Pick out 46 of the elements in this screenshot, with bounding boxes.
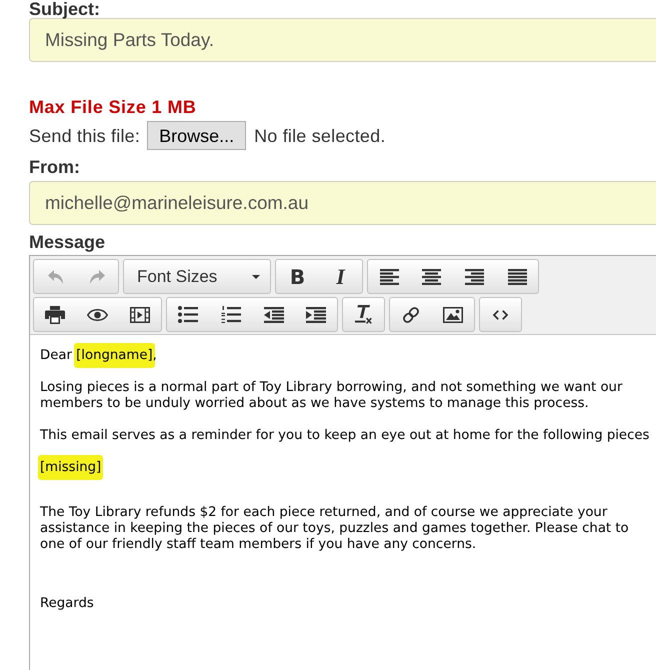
justify-button[interactable] xyxy=(496,259,539,294)
browse-button[interactable]: Browse... xyxy=(147,121,246,150)
message-paragraph: Losing pieces is a normal part of Toy Library borrowing, and not something we want our members to be unduly worried about as we have systems to manage this process. xyxy=(39,379,624,413)
justify-icon xyxy=(508,268,526,284)
message-paragraph: Dear [longname], xyxy=(37,342,656,370)
italic-button[interactable]: I xyxy=(319,259,363,294)
message-label: Message xyxy=(29,231,106,253)
align-left-button[interactable] xyxy=(367,259,410,294)
message-paragraph: [missing] xyxy=(37,454,656,482)
link-icon xyxy=(401,304,421,324)
bullet-list-icon xyxy=(178,306,198,323)
film-icon xyxy=(130,306,150,322)
message-paragraph: This email serves as a reminder for you to keep an eye out at home for the following pieces xyxy=(39,427,650,445)
undo-icon xyxy=(48,270,62,284)
clear-formatting-icon xyxy=(355,305,372,324)
image-icon xyxy=(443,306,463,322)
indent-icon xyxy=(306,306,326,322)
outdent-icon xyxy=(264,306,284,322)
send-file-label: Send this file: xyxy=(29,124,140,146)
file-status-text: No file selected. xyxy=(254,124,386,146)
from-label: From: xyxy=(29,156,81,178)
image-button[interactable] xyxy=(432,297,475,332)
print-button[interactable] xyxy=(33,297,76,332)
bullet-list-button[interactable] xyxy=(166,297,209,332)
bold-button[interactable]: B xyxy=(275,259,319,294)
code-icon xyxy=(493,310,508,320)
source-code-button[interactable] xyxy=(479,297,522,332)
indent-button[interactable] xyxy=(295,297,338,332)
redo-icon xyxy=(90,270,104,284)
from-input[interactable]: michelle@marineleisure.com.au xyxy=(29,181,656,225)
caret-icon xyxy=(252,274,260,278)
font-size-dropdown[interactable]: Font Sizes xyxy=(123,259,271,294)
align-left-icon xyxy=(380,268,398,284)
message-paragraph: The Toy Library refunds $2 for each piece returned, and of course we appreciate your assistance in keeping the pieces of our toys, puzzles and games together. Please chat to one of our friendly staff team members if you have any concerns. xyxy=(39,504,630,554)
align-right-icon xyxy=(465,268,484,284)
numbered-list-icon xyxy=(220,306,240,323)
file-size-note: Max File Size 1 MB xyxy=(29,96,198,118)
eye-icon xyxy=(87,308,108,320)
link-button[interactable] xyxy=(389,297,432,332)
message-paragraph: Regards xyxy=(39,595,95,613)
align-center-icon xyxy=(422,268,441,284)
printer-icon xyxy=(45,306,65,324)
subject-label: Subject: xyxy=(29,0,102,18)
clear-formatting-button[interactable] xyxy=(342,297,385,332)
media-button[interactable] xyxy=(119,297,162,332)
subject-input[interactable]: Missing Parts Today. xyxy=(29,18,656,62)
